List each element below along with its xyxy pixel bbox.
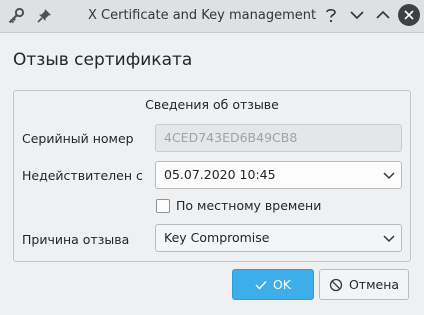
reason-value: Key Compromise: [164, 230, 270, 245]
local-time-checkbox[interactable]: [156, 198, 170, 213]
check-icon: [255, 280, 267, 290]
serial-label: Серийный номер: [22, 131, 134, 146]
local-time-checkbox-row[interactable]: По местному времени: [156, 198, 321, 213]
ok-button[interactable]: OK: [232, 269, 314, 300]
cancel-icon: [329, 278, 343, 291]
key-icon: [6, 6, 26, 26]
local-time-label[interactable]: По местному времени: [176, 198, 321, 213]
chevron-down-icon[interactable]: [383, 170, 395, 180]
cancel-label: Отмена: [348, 277, 400, 292]
revocation-details-group: Сведения об отзыве Серийный номер 4CED74…: [13, 90, 411, 262]
pin-icon[interactable]: [34, 6, 54, 26]
invalid-since-datetime-field[interactable]: 05.07.2020 10:45: [155, 161, 402, 189]
invalid-since-value: 05.07.2020 10:45: [164, 167, 276, 182]
title-bar: X Certificate and Key management <2>: [0, 0, 424, 33]
serial-field: 4CED743ED6B49CB8: [155, 124, 402, 152]
reason-label: Причина отзыва: [22, 232, 130, 247]
chevron-down-icon[interactable]: [383, 233, 395, 243]
cancel-button[interactable]: Отмена: [319, 269, 409, 300]
close-icon[interactable]: [398, 4, 420, 26]
reason-select[interactable]: Key Compromise: [155, 224, 402, 252]
dialog-title: Отзыв сертификата: [13, 50, 193, 70]
window-title: X Certificate and Key management <2>: [88, 8, 320, 23]
ok-label: OK: [272, 277, 292, 292]
maximize-icon[interactable]: [372, 4, 394, 26]
invalid-since-label: Недействителен с: [22, 168, 143, 183]
help-icon[interactable]: [320, 4, 342, 26]
minimize-icon[interactable]: [346, 4, 368, 26]
group-title: Сведения об отзыве: [145, 97, 279, 112]
